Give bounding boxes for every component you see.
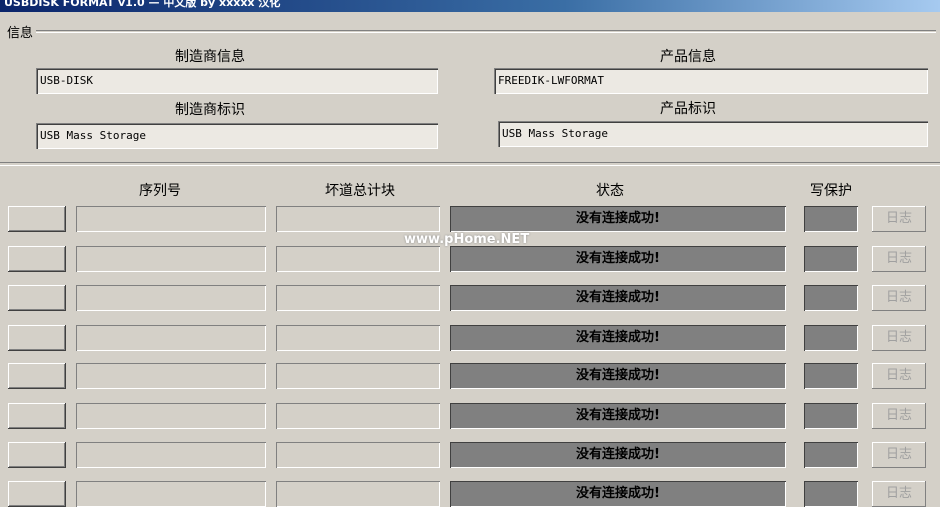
serial-cell [76, 246, 266, 272]
write-protect-cell [804, 363, 858, 389]
serial-cell [76, 363, 266, 389]
bad-blocks-cell [276, 481, 440, 507]
product-info-field[interactable]: FREEDIK-LWFORMAT [494, 68, 928, 94]
header-bad-blocks: 坏道总计块 [325, 183, 395, 199]
log-button[interactable]: 日志 [872, 285, 926, 311]
info-group-legend: 信息 [4, 22, 37, 41]
serial-cell [76, 481, 266, 507]
status-cell: 没有连接成功! [450, 363, 786, 389]
bad-blocks-cell [276, 325, 440, 351]
write-protect-cell [804, 206, 858, 232]
write-protect-cell [804, 403, 858, 429]
status-cell: 没有连接成功! [450, 403, 786, 429]
bad-blocks-cell [276, 206, 440, 232]
device-select-button[interactable] [8, 363, 66, 389]
serial-cell [76, 442, 266, 468]
manufacturer-info-field[interactable]: USB-DISK [36, 68, 438, 94]
device-select-button[interactable] [8, 246, 66, 272]
status-cell: 没有连接成功! [450, 246, 786, 272]
bad-blocks-cell [276, 403, 440, 429]
product-id-field[interactable]: USB Mass Storage [498, 121, 928, 147]
serial-cell [76, 206, 266, 232]
log-button[interactable]: 日志 [872, 442, 926, 468]
header-serial: 序列号 [139, 183, 181, 199]
header-status: 状态 [596, 183, 624, 199]
bad-blocks-cell [276, 246, 440, 272]
log-button[interactable]: 日志 [872, 481, 926, 507]
product-id-label: 产品标识 [660, 101, 716, 117]
device-select-button[interactable] [8, 206, 66, 232]
manufacturer-info-label: 制造商信息 [175, 49, 245, 65]
header-write-protect: 写保护 [810, 183, 852, 199]
device-select-button[interactable] [8, 481, 66, 507]
write-protect-cell [804, 246, 858, 272]
write-protect-cell [804, 285, 858, 311]
write-protect-cell [804, 325, 858, 351]
status-cell: 没有连接成功! [450, 481, 786, 507]
watermark: www.pHome.NET [404, 232, 530, 247]
title-bar[interactable]: USBDISK FORMAT v1.0 — 中文版 by xxxxx 汉化 [0, 0, 940, 12]
serial-cell [76, 403, 266, 429]
log-button[interactable]: 日志 [872, 363, 926, 389]
bad-blocks-cell [276, 363, 440, 389]
status-cell: 没有连接成功! [450, 442, 786, 468]
log-button[interactable]: 日志 [872, 403, 926, 429]
status-cell: 没有连接成功! [450, 285, 786, 311]
device-select-button[interactable] [8, 325, 66, 351]
manufacturer-id-label: 制造商标识 [175, 102, 245, 118]
log-button[interactable]: 日志 [872, 325, 926, 351]
bad-blocks-cell [276, 442, 440, 468]
serial-cell [76, 285, 266, 311]
device-select-button[interactable] [8, 442, 66, 468]
device-select-button[interactable] [8, 285, 66, 311]
serial-cell [76, 325, 266, 351]
bad-blocks-cell [276, 285, 440, 311]
log-button[interactable]: 日志 [872, 206, 926, 232]
window-title: USBDISK FORMAT v1.0 — 中文版 by xxxxx 汉化 [4, 0, 281, 9]
write-protect-cell [804, 442, 858, 468]
write-protect-cell [804, 481, 858, 507]
manufacturer-id-field[interactable]: USB Mass Storage [36, 123, 438, 149]
status-cell: 没有连接成功! [450, 206, 786, 232]
log-button[interactable]: 日志 [872, 246, 926, 272]
status-cell: 没有连接成功! [450, 325, 786, 351]
separator [0, 162, 940, 166]
device-select-button[interactable] [8, 403, 66, 429]
product-info-label: 产品信息 [660, 49, 716, 65]
